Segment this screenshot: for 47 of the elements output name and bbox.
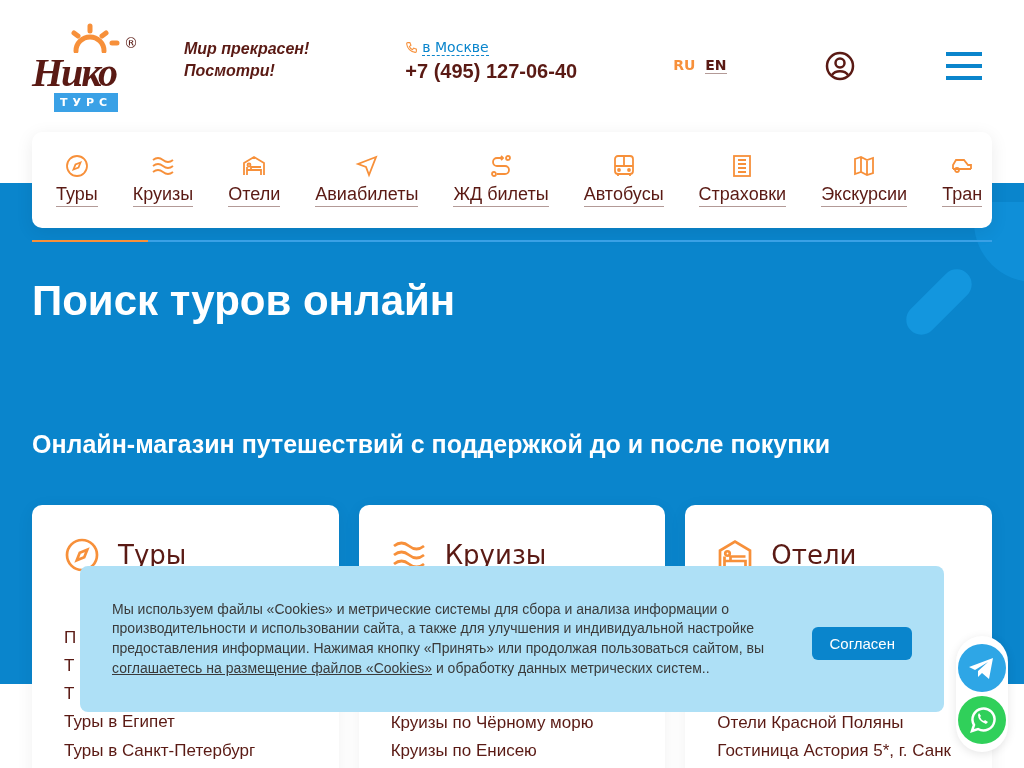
map-icon — [852, 154, 877, 178]
route-icon — [489, 154, 514, 178]
waves-icon — [151, 154, 175, 178]
nav-link[interactable]: Отели — [228, 154, 281, 228]
registered-mark: ® — [124, 35, 138, 51]
category-link[interactable]: П — [64, 626, 77, 649]
phone-icon — [405, 41, 419, 54]
nav-link[interactable]: Авиабилеты — [315, 154, 419, 228]
logo[interactable]: Нико ТУРС ® — [32, 23, 142, 113]
user-icon[interactable] — [824, 51, 855, 81]
nav-link[interactable]: Туры — [56, 154, 98, 228]
nav-link[interactable]: Страховки — [698, 154, 787, 228]
card-title[interactable]: Отели — [771, 540, 857, 570]
category-link[interactable]: Т — [64, 654, 75, 677]
cookie-policy-link[interactable]: соглашаетесь на размещение файлов «Cookies» — [112, 659, 432, 676]
category-link[interactable]: Гостиница Астория 5*, г. Санк — [717, 739, 952, 762]
slogan-text: Посмотри! — [184, 61, 276, 81]
agree-button[interactable]: Согласен — [812, 626, 912, 660]
category-icon — [64, 537, 100, 573]
card-title[interactable]: Круизы — [444, 540, 547, 570]
page-title: Поиск туров онлайн — [32, 276, 457, 326]
category-link[interactable]: Туры в Санкт-Петербург — [64, 739, 256, 762]
menu-icon[interactable] — [946, 52, 982, 80]
nav-link[interactable]: Круизы — [132, 154, 194, 228]
category-link[interactable]: Отели Красной Поляны — [717, 711, 904, 734]
telegram-icon[interactable] — [958, 644, 1006, 692]
cookie-notice-text: Мы используем файлы «Cookies» и метрические системы для сбора и анализа информации о производительности и использовании сайта, а также для улучшения и индивидуальной настройке предоставления информации. Нажимая кнопку «Принять» или продолжая пользоваться сайтом, вы соглашаетесь на размещение файлов «Cookies» и обработку данных метрических систем.. — [112, 599, 765, 678]
nav-link[interactable]: ЖД билеты — [453, 154, 549, 228]
category-link[interactable]: Туры в Египет — [64, 711, 175, 734]
page-subtitle: Онлайн-магазин путешествий с поддержкой до и после покупки — [32, 430, 832, 459]
logo-wordmark: Нико — [32, 49, 117, 96]
nav-link[interactable]: Тран — [942, 154, 983, 228]
whatsapp-icon[interactable] — [958, 696, 1006, 744]
plane-icon — [354, 154, 379, 178]
nav-link[interactable]: Экскурсии — [821, 154, 908, 228]
language-link[interactable]: EN — [705, 56, 727, 74]
logo-subtitle: ТУРС — [54, 93, 119, 112]
category-link[interactable]: Круизы по Чёрному морю — [390, 711, 594, 734]
slogan-text: Мир прекрасен! — [184, 39, 310, 59]
bus-icon — [611, 154, 636, 178]
category-link[interactable]: Круизы по Енисею — [390, 739, 537, 762]
compass-icon — [64, 154, 89, 178]
category-link[interactable]: Т — [64, 683, 75, 706]
city-link[interactable]: в Москве — [422, 39, 489, 56]
phone-number[interactable]: +7 (495) 127-06-40 — [405, 60, 578, 83]
nav-link[interactable]: Автобусы — [583, 154, 664, 228]
hotel-icon — [242, 154, 267, 178]
